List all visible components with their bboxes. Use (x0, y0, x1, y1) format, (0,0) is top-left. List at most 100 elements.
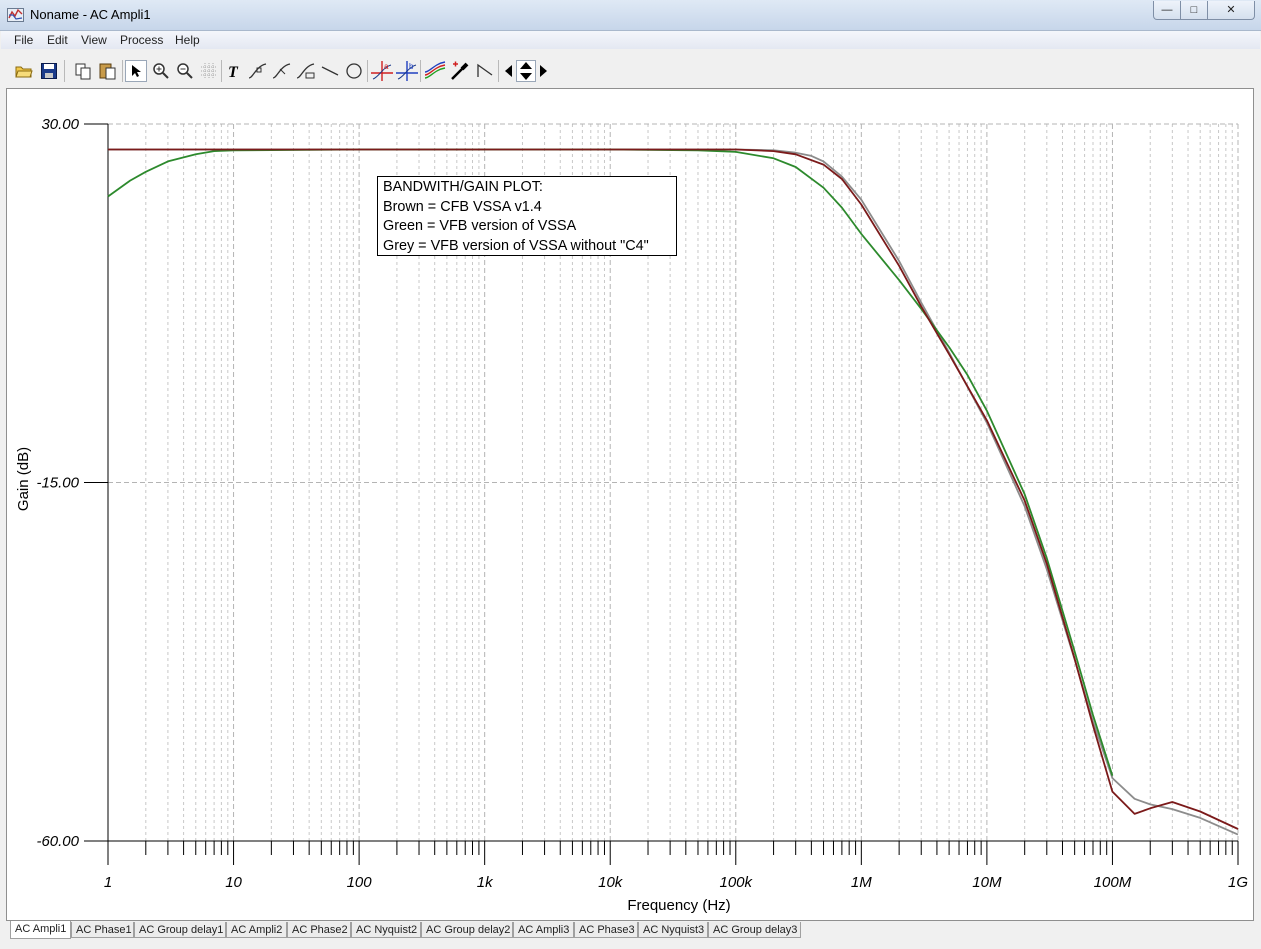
x-tick-label: 10 (225, 874, 242, 891)
circle-button[interactable] (343, 60, 365, 82)
toolbar-separator (498, 60, 499, 82)
toolbar-separator (367, 60, 368, 82)
legend-line-green: Green = VFB version of VSSA (383, 218, 577, 235)
cursor-place-a-icon: a (371, 61, 393, 81)
cursor-place-a-button[interactable]: a (371, 60, 393, 82)
svg-text:a: a (384, 62, 389, 71)
arrow-left-button[interactable] (502, 60, 516, 82)
copy-icon (75, 63, 90, 79)
toolbar: T a b (1, 52, 1260, 88)
zoom-out-icon (177, 63, 193, 79)
probe-icon (451, 61, 469, 80)
line-icon (321, 66, 339, 76)
x-tick-label: 100k (720, 874, 754, 891)
text-icon: T (228, 64, 239, 79)
zoom-in-icon (153, 63, 169, 79)
close-button[interactable]: ✕ (1207, 1, 1255, 20)
tab-ac-nyquist2[interactable]: AC Nyquist2 (351, 922, 421, 938)
probe-button[interactable] (449, 60, 471, 82)
x-axis-title: Frequency (Hz) (627, 897, 730, 914)
title-bar[interactable]: Noname - AC Ampli1 — □ ✕ (0, 0, 1261, 31)
x-tick-label: 1M (851, 874, 872, 891)
legend-line-grey: Grey = VFB version of VSSA without "C4" (383, 237, 649, 254)
tab-ac-phase3[interactable]: AC Phase3 (574, 922, 638, 938)
y-tick-label: -60.00 (36, 833, 79, 850)
zoom-out-button[interactable] (174, 60, 196, 82)
maximize-icon: □ (1190, 4, 1198, 16)
grid-button[interactable] (198, 60, 220, 82)
cursor-b-button[interactable] (271, 60, 293, 82)
legend-line-brown: Brown = CFB VSSA v1.4 (383, 198, 542, 215)
pointer-icon (132, 65, 141, 77)
toolbar-separator (64, 60, 65, 82)
y-axis-title: Gain (dB) (15, 447, 32, 511)
text-button[interactable]: T (223, 60, 245, 82)
step-icon (477, 63, 493, 77)
arrow-right-icon (540, 65, 547, 77)
x-tick-label: 1k (477, 874, 494, 891)
svg-text:T: T (228, 64, 239, 79)
open-button[interactable] (13, 60, 35, 82)
line-button[interactable] (319, 60, 341, 82)
cursor-a-icon (248, 63, 267, 79)
tab-ac-ampli3[interactable]: AC Ampli3 (513, 922, 574, 938)
toolbar-separator (122, 60, 123, 82)
tab-ac-group-delay1[interactable]: AC Group delay1 (134, 922, 226, 938)
tab-ac-nyquist3[interactable]: AC Nyquist3 (638, 922, 708, 938)
curves-icon (424, 61, 446, 79)
step-button[interactable] (474, 60, 496, 82)
toolbar-separator (221, 60, 222, 82)
menu-bar: File Edit View Process Help (1, 31, 1260, 49)
paste-icon (99, 63, 116, 80)
marker-icon (296, 63, 315, 79)
legend-box[interactable]: BANDWITH/GAIN PLOT: Brown = CFB VSSA v1.… (377, 176, 677, 256)
tab-ac-group-delay3[interactable]: AC Group delay3 (708, 922, 801, 938)
toolbar-separator (420, 60, 421, 82)
cursor-a-button[interactable] (247, 60, 269, 82)
maximize-button[interactable]: □ (1180, 1, 1208, 20)
arrow-left-icon (505, 65, 512, 77)
menu-help[interactable]: Help (175, 33, 200, 47)
window-title: Noname - AC Ampli1 (30, 7, 151, 22)
save-button[interactable] (38, 60, 60, 82)
x-tick-label: 100M (1094, 874, 1132, 891)
tab-bar: AC Ampli1 AC Phase1 AC Group delay1 AC A… (0, 921, 1261, 949)
marker-button[interactable] (295, 60, 317, 82)
tab-ac-phase2[interactable]: AC Phase2 (287, 922, 351, 938)
curves-button[interactable] (424, 60, 446, 82)
copy-button[interactable] (72, 60, 94, 82)
tab-ac-ampli2[interactable]: AC Ampli2 (226, 922, 287, 938)
cursor-b-icon (272, 63, 291, 79)
x-tick-label: 10k (598, 874, 624, 891)
arrow-updown-button[interactable] (516, 60, 536, 82)
tab-ac-group-delay2[interactable]: AC Group delay2 (421, 922, 513, 938)
paste-button[interactable] (97, 60, 119, 82)
cursor-place-b-button[interactable]: b (396, 60, 418, 82)
svg-text:b: b (409, 62, 414, 71)
close-icon: ✕ (1226, 4, 1236, 16)
x-tick-label: 10M (972, 874, 1002, 891)
arrow-right-button[interactable] (536, 60, 550, 82)
save-icon (41, 63, 57, 79)
tab-ac-ampli1[interactable]: AC Ampli1 (10, 921, 71, 939)
x-tick-label: 1 (104, 874, 112, 891)
x-tick-label: 1G (1228, 874, 1248, 891)
minimize-icon: — (1161, 4, 1173, 16)
tab-ac-phase1[interactable]: AC Phase1 (71, 922, 134, 938)
circle-icon (346, 63, 362, 79)
pointer-button[interactable] (125, 60, 147, 82)
menu-process[interactable]: Process (120, 33, 163, 47)
open-icon (15, 66, 33, 78)
grid-icon (201, 63, 217, 79)
y-tick-label: -15.00 (36, 475, 79, 492)
arrow-updown-icon (520, 62, 532, 80)
cursor-place-b-icon: b (396, 61, 418, 81)
legend-title: BANDWITH/GAIN PLOT: (383, 179, 543, 195)
minimize-button[interactable]: — (1153, 1, 1181, 20)
zoom-in-button[interactable] (150, 60, 172, 82)
menu-view[interactable]: View (81, 33, 107, 47)
application-window: Noname - AC Ampli1 — □ ✕ File Edit View … (0, 0, 1261, 949)
menu-edit[interactable]: Edit (47, 33, 68, 47)
menu-file[interactable]: File (14, 33, 33, 47)
x-tick-label: 100 (347, 874, 373, 891)
